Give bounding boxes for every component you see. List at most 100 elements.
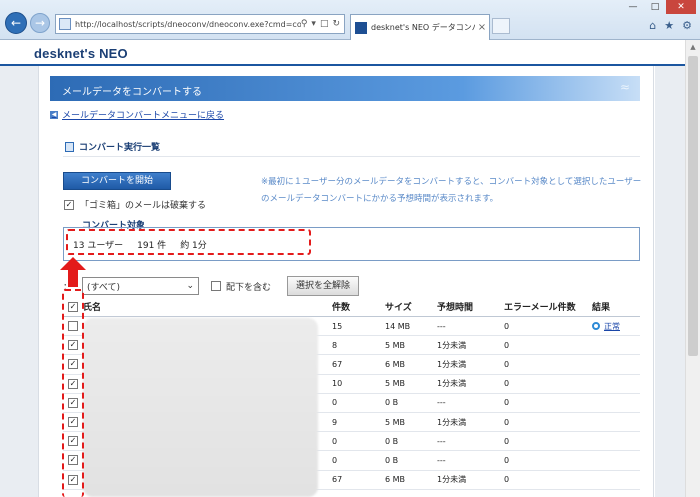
left-gutter	[0, 66, 38, 497]
close-window-button[interactable]: ✕	[666, 0, 696, 14]
section-title: コンバート実行一覧	[79, 143, 161, 153]
page-icon	[59, 18, 71, 30]
forward-button[interactable]: →	[30, 13, 50, 33]
maximize-button[interactable]: □	[644, 0, 666, 14]
errors-cell: 0	[504, 455, 510, 465]
discard-trash-option[interactable]: ✓ 「ゴミ箱」のメールは破棄する	[64, 198, 206, 211]
gear-icon[interactable]: ⚙	[682, 19, 692, 32]
errors-cell: 0	[504, 321, 510, 331]
star-icon[interactable]: ★	[664, 19, 674, 32]
dropdown-icon[interactable]: ▾	[311, 19, 316, 29]
organization-select-value: (すべて)	[87, 282, 121, 293]
section-divider	[63, 156, 640, 157]
new-tab-button[interactable]	[492, 18, 510, 34]
count-cell: 0	[332, 398, 338, 408]
minimize-button[interactable]: —	[622, 0, 644, 14]
page-title-bar: メールデータをコンバートする ≈	[50, 76, 640, 101]
size-cell: 0 B	[385, 455, 399, 465]
include-sub-label: 配下を含む	[226, 282, 272, 293]
lock-icon: □	[319, 19, 329, 29]
count-cell: 10	[332, 379, 343, 389]
page-title: メールデータをコンバートする	[62, 87, 202, 98]
col-size-header: サイズ	[385, 303, 412, 313]
count-cell: 67	[332, 359, 343, 369]
tab-close-button[interactable]: ×	[475, 22, 489, 33]
discard-trash-checkbox[interactable]: ✓	[64, 199, 74, 210]
circle-ok-icon	[592, 322, 600, 331]
time-cell: 1分未満	[437, 340, 467, 350]
tab-title: desknet's NEO データコンバ...	[371, 23, 475, 32]
browser-tab[interactable]: desknet's NEO データコンバ... ×	[350, 14, 490, 40]
errors-cell: 0	[504, 359, 510, 369]
time-cell: ---	[437, 455, 446, 465]
redacted-names	[83, 318, 318, 497]
time-cell: ---	[437, 321, 446, 331]
back-button[interactable]: ←	[5, 12, 27, 34]
time-cell: ---	[437, 436, 446, 446]
app-logo[interactable]: desknet's NEO	[34, 46, 128, 61]
count-cell: 15	[332, 321, 343, 331]
size-cell: 0 B	[385, 436, 399, 446]
size-cell: 5 MB	[385, 340, 406, 350]
result-label[interactable]: 正常	[604, 321, 620, 332]
start-convert-button[interactable]: コンバートを開始	[63, 172, 171, 190]
include-sub-option[interactable]: 配下を含む	[211, 280, 271, 293]
result-link[interactable]: 正常	[592, 321, 640, 332]
time-cell: 1分未満	[437, 417, 467, 427]
clear-selection-button[interactable]: 選択を全解除	[287, 276, 360, 296]
discard-trash-label: 「ゴミ箱」のメールは破棄する	[80, 201, 207, 211]
right-gutter	[655, 66, 685, 497]
size-cell: 6 MB	[385, 475, 406, 485]
section-heading: コンバート実行一覧	[65, 140, 160, 153]
window-controls: — □ ✕	[622, 0, 696, 14]
time-cell: 1分未満	[437, 359, 467, 369]
document-icon	[65, 141, 74, 152]
errors-cell: 0	[504, 340, 510, 350]
size-cell: 5 MB	[385, 379, 406, 389]
scroll-up-icon[interactable]: ▲	[686, 40, 700, 54]
arrow-left-icon: ←	[10, 16, 22, 30]
address-bar[interactable]: http://localhost/scripts/dneoconv/dneoco…	[55, 14, 345, 34]
count-cell: 0	[332, 455, 338, 465]
table-header: ✓ 氏名 件数 サイズ 予想時間 エラーメール件数 結果	[63, 297, 640, 317]
back-to-menu-link[interactable]: ◀ メールデータコンバートメニューに戻る	[50, 108, 224, 121]
scroll-thumb[interactable]	[688, 56, 698, 356]
errors-cell: 0	[504, 379, 510, 389]
errors-cell: 0	[504, 398, 510, 408]
notice-text: ※最初に１ユーザー分のメールデータをコンバートすると、コンバート対象として選択し…	[261, 177, 642, 204]
time-cell: 1分未満	[437, 379, 467, 389]
col-name-header[interactable]: 氏名	[83, 300, 332, 313]
time-cell: 1分未満	[437, 475, 467, 485]
vertical-scrollbar[interactable]: ▲	[685, 40, 700, 497]
count-cell: 8	[332, 340, 338, 350]
highlight-annotation	[66, 229, 311, 255]
col-count-header: 件数	[332, 303, 351, 313]
search-icon[interactable]: ⚲	[301, 19, 308, 29]
size-cell: 14 MB	[385, 321, 411, 331]
size-cell: 5 MB	[385, 417, 406, 427]
organization-select[interactable]: (すべて) ⌄	[82, 277, 200, 295]
errors-cell: 0	[504, 417, 510, 427]
browser-chrome: — □ ✕ ← → http://localhost/scripts/dneoc…	[0, 0, 700, 40]
errors-cell: 0	[504, 475, 510, 485]
filter-row: ： (すべて) ⌄ 配下を含む 選択を全解除	[63, 276, 360, 296]
chevron-down-icon: ⌄	[186, 281, 195, 291]
col-result-header: 結果	[592, 303, 611, 313]
time-cell: ---	[437, 398, 446, 408]
arrow-left-icon: ◀	[50, 110, 58, 119]
app-header: desknet's NEO	[0, 40, 700, 66]
refresh-icon[interactable]: ↻	[332, 19, 340, 29]
arrow-right-icon: →	[34, 16, 46, 30]
include-sub-checkbox[interactable]	[211, 281, 222, 291]
url-text[interactable]: http://localhost/scripts/dneoconv/dneoco…	[75, 20, 301, 29]
count-cell: 0	[332, 436, 338, 446]
errors-cell: 0	[504, 436, 510, 446]
back-link-label[interactable]: メールデータコンバートメニューに戻る	[62, 108, 224, 121]
home-icon[interactable]: ⌂	[649, 19, 656, 32]
count-cell: 9	[332, 417, 338, 427]
arrow-up-annotation-icon	[60, 257, 86, 287]
size-cell: 0 B	[385, 398, 399, 408]
col-time-header: 予想時間	[437, 303, 474, 313]
size-cell: 6 MB	[385, 359, 406, 369]
site-icon	[355, 21, 367, 34]
